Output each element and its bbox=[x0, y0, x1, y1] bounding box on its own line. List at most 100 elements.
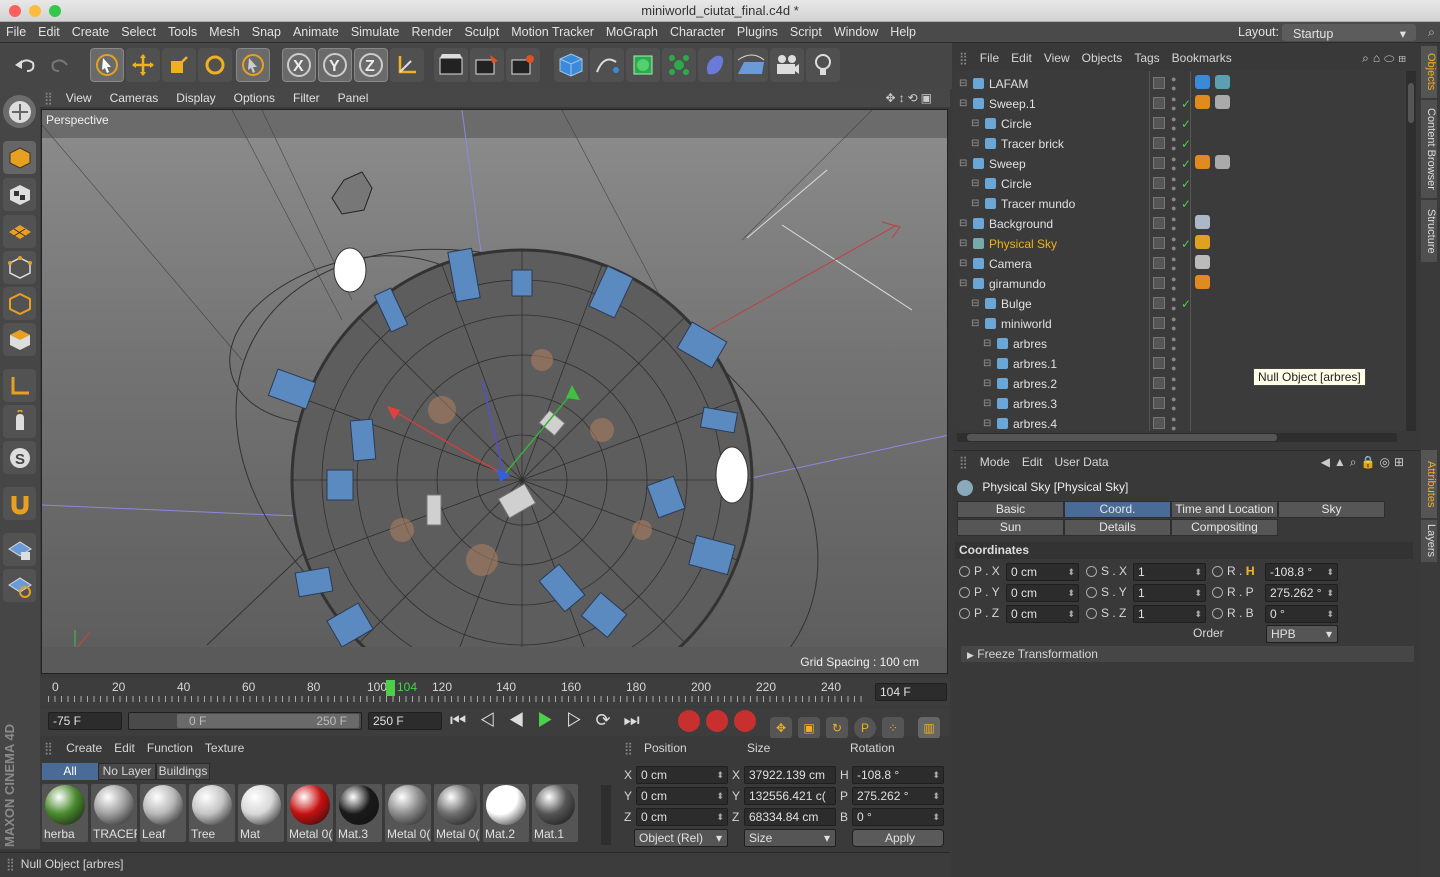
position-field[interactable]: 0 cm ⬍ bbox=[636, 766, 728, 784]
grip-icon[interactable]: ⣿ bbox=[620, 741, 637, 755]
object-tag-icon[interactable] bbox=[1215, 155, 1230, 169]
attr-menu-edit[interactable]: Edit bbox=[1016, 455, 1049, 469]
floor-environment-button[interactable] bbox=[734, 48, 768, 82]
tab-basic[interactable]: Basic bbox=[957, 501, 1064, 518]
menu-plugins[interactable]: Plugins bbox=[731, 22, 784, 43]
visibility-dots-icon[interactable]: ● ● bbox=[1171, 314, 1176, 333]
column-divider[interactable] bbox=[1149, 71, 1150, 431]
material-menu-edit[interactable]: Edit bbox=[108, 741, 141, 755]
visibility-dots-icon[interactable]: ● ● bbox=[1171, 354, 1176, 373]
layer-icon[interactable] bbox=[1153, 297, 1165, 309]
go-to-start-icon[interactable]: ⏮ bbox=[450, 710, 479, 730]
menu-script[interactable]: Script bbox=[784, 22, 828, 43]
current-frame-field[interactable]: 104 F bbox=[875, 683, 947, 701]
filter-buildings-tab[interactable]: Buildings bbox=[156, 763, 210, 780]
menu-animate[interactable]: Animate bbox=[287, 22, 345, 43]
position-param-field[interactable]: 0 cm ⬍ bbox=[1006, 605, 1079, 623]
object-name[interactable]: LAFAM bbox=[989, 74, 1028, 94]
visibility-dots-icon[interactable]: ● ● bbox=[1171, 274, 1176, 293]
menu-render[interactable]: Render bbox=[405, 22, 458, 43]
stepper-icon[interactable]: ⬍ bbox=[1067, 585, 1075, 601]
autokey-icon[interactable] bbox=[706, 710, 728, 732]
size-mode-select[interactable]: Size ▾ bbox=[744, 829, 836, 847]
object-tag-icon[interactable] bbox=[1195, 95, 1210, 109]
stepper-icon[interactable]: ⬍ bbox=[932, 767, 940, 783]
viewport-menu-options[interactable]: Options bbox=[225, 89, 284, 107]
stepper-icon[interactable]: ⬍ bbox=[1326, 606, 1334, 622]
playhead-marker[interactable] bbox=[386, 680, 395, 696]
rotation-param-field[interactable]: -108.8 ° ⬍ bbox=[1265, 563, 1338, 581]
tree-toggle-icon[interactable]: ⊟ bbox=[971, 294, 979, 314]
tab-sun[interactable]: Sun bbox=[957, 519, 1064, 536]
menu-motion-tracker[interactable]: Motion Tracker bbox=[505, 22, 600, 43]
object-name[interactable]: Bulge bbox=[1001, 294, 1032, 314]
live-selection-button[interactable] bbox=[236, 48, 270, 82]
side-tab-objects[interactable]: Objects bbox=[1421, 46, 1437, 98]
menu-edit[interactable]: Edit bbox=[32, 22, 66, 43]
tab-compositing[interactable]: Compositing bbox=[1171, 519, 1278, 536]
timeline-ruler[interactable]: 0 20 40 60 80 100 104 120 140 160 180 20… bbox=[48, 678, 866, 706]
texture-mode-button[interactable] bbox=[3, 178, 36, 211]
tree-toggle-icon[interactable]: ⊟ bbox=[959, 214, 967, 234]
keyframe-radio-icon[interactable] bbox=[1212, 587, 1223, 598]
stepper-icon[interactable]: ⬍ bbox=[716, 809, 724, 825]
scale-tool-button[interactable] bbox=[162, 48, 196, 82]
z-axis-lock-button[interactable]: Z bbox=[354, 48, 388, 82]
object-row[interactable]: ⊟ arbres.3 ● ● bbox=[953, 394, 1403, 414]
visibility-dots-icon[interactable]: ● ● bbox=[1171, 74, 1176, 93]
stepper-icon[interactable]: ⬍ bbox=[1067, 606, 1075, 622]
menu-window[interactable]: Window bbox=[828, 22, 884, 43]
object-row[interactable]: ⊟ arbres.4 ● ● bbox=[953, 414, 1403, 432]
object-name[interactable]: arbres.3 bbox=[1013, 394, 1057, 414]
visibility-dots-icon[interactable]: ● ● bbox=[1171, 194, 1176, 213]
layer-icon[interactable] bbox=[1153, 397, 1165, 409]
object-tag-icon[interactable] bbox=[1195, 75, 1210, 89]
visibility-dots-icon[interactable]: ● ● bbox=[1171, 374, 1176, 393]
object-name[interactable]: miniworld bbox=[1001, 314, 1052, 334]
layer-icon[interactable] bbox=[1153, 217, 1165, 229]
render-view-button[interactable] bbox=[434, 48, 468, 82]
stepper-icon[interactable]: ⬍ bbox=[1194, 564, 1202, 580]
visibility-dots-icon[interactable]: ● ● bbox=[1171, 114, 1176, 133]
object-name[interactable]: Sweep.1 bbox=[989, 94, 1036, 114]
spline-pen-button[interactable] bbox=[590, 48, 624, 82]
scale-param-field[interactable]: 1 ⬍ bbox=[1133, 584, 1206, 602]
side-tab-layers[interactable]: Layers bbox=[1421, 520, 1437, 562]
tree-toggle-icon[interactable]: ⊟ bbox=[983, 334, 991, 354]
stepper-icon[interactable]: ⬍ bbox=[1326, 585, 1334, 601]
object-manager-nav-icons[interactable]: ⌕⌂⬭⊞ bbox=[1362, 47, 1410, 69]
layer-icon[interactable] bbox=[1153, 177, 1165, 189]
visibility-dots-icon[interactable]: ● ● bbox=[1171, 214, 1176, 233]
grip-icon[interactable]: ⣿ bbox=[40, 89, 57, 107]
material-menu-create[interactable]: Create bbox=[60, 741, 108, 755]
layer-icon[interactable] bbox=[1153, 357, 1165, 369]
keyframe-selection-icon[interactable] bbox=[734, 710, 756, 732]
planar-workplane-button[interactable] bbox=[3, 569, 36, 602]
key-parameter-icon[interactable]: P bbox=[854, 717, 876, 739]
stepper-icon[interactable]: ⬍ bbox=[716, 767, 724, 783]
position-field[interactable]: 0 cm ⬍ bbox=[636, 787, 728, 805]
material-swatch[interactable]: herba bbox=[42, 784, 88, 842]
menu-help[interactable]: Help bbox=[884, 22, 922, 43]
viewport-menu-display[interactable]: Display bbox=[167, 89, 224, 107]
tree-toggle-icon[interactable]: ⊟ bbox=[971, 174, 979, 194]
viewport-menu-cameras[interactable]: Cameras bbox=[101, 89, 168, 107]
object-row[interactable]: ⊟ giramundo ● ● bbox=[953, 274, 1403, 294]
preview-range-slider[interactable]: 0 F 250 F bbox=[128, 712, 362, 730]
rotation-field[interactable]: 275.262 ° ⬍ bbox=[852, 787, 944, 805]
play-icon[interactable]: ▶ bbox=[537, 710, 566, 730]
tree-toggle-icon[interactable]: ⊟ bbox=[959, 94, 967, 114]
material-swatch[interactable]: Mat.1 bbox=[532, 784, 578, 842]
object-tag-icon[interactable] bbox=[1195, 235, 1210, 249]
tree-toggle-icon[interactable]: ⊟ bbox=[983, 414, 991, 431]
tree-toggle-icon[interactable]: ⊟ bbox=[959, 254, 967, 274]
keyframe-radio-icon[interactable] bbox=[959, 587, 970, 598]
grip-icon[interactable]: ⣿ bbox=[953, 455, 974, 469]
freeze-transformation-group[interactable]: ▶ Freeze Transformation bbox=[961, 646, 1414, 662]
tree-toggle-icon[interactable]: ⊟ bbox=[983, 354, 991, 374]
object-name[interactable]: arbres bbox=[1013, 334, 1047, 354]
object-name[interactable]: giramundo bbox=[989, 274, 1046, 294]
deformer-button[interactable] bbox=[698, 48, 732, 82]
go-to-end-icon[interactable]: ⏭ bbox=[624, 710, 653, 730]
stepper-icon[interactable]: ⬍ bbox=[1194, 606, 1202, 622]
